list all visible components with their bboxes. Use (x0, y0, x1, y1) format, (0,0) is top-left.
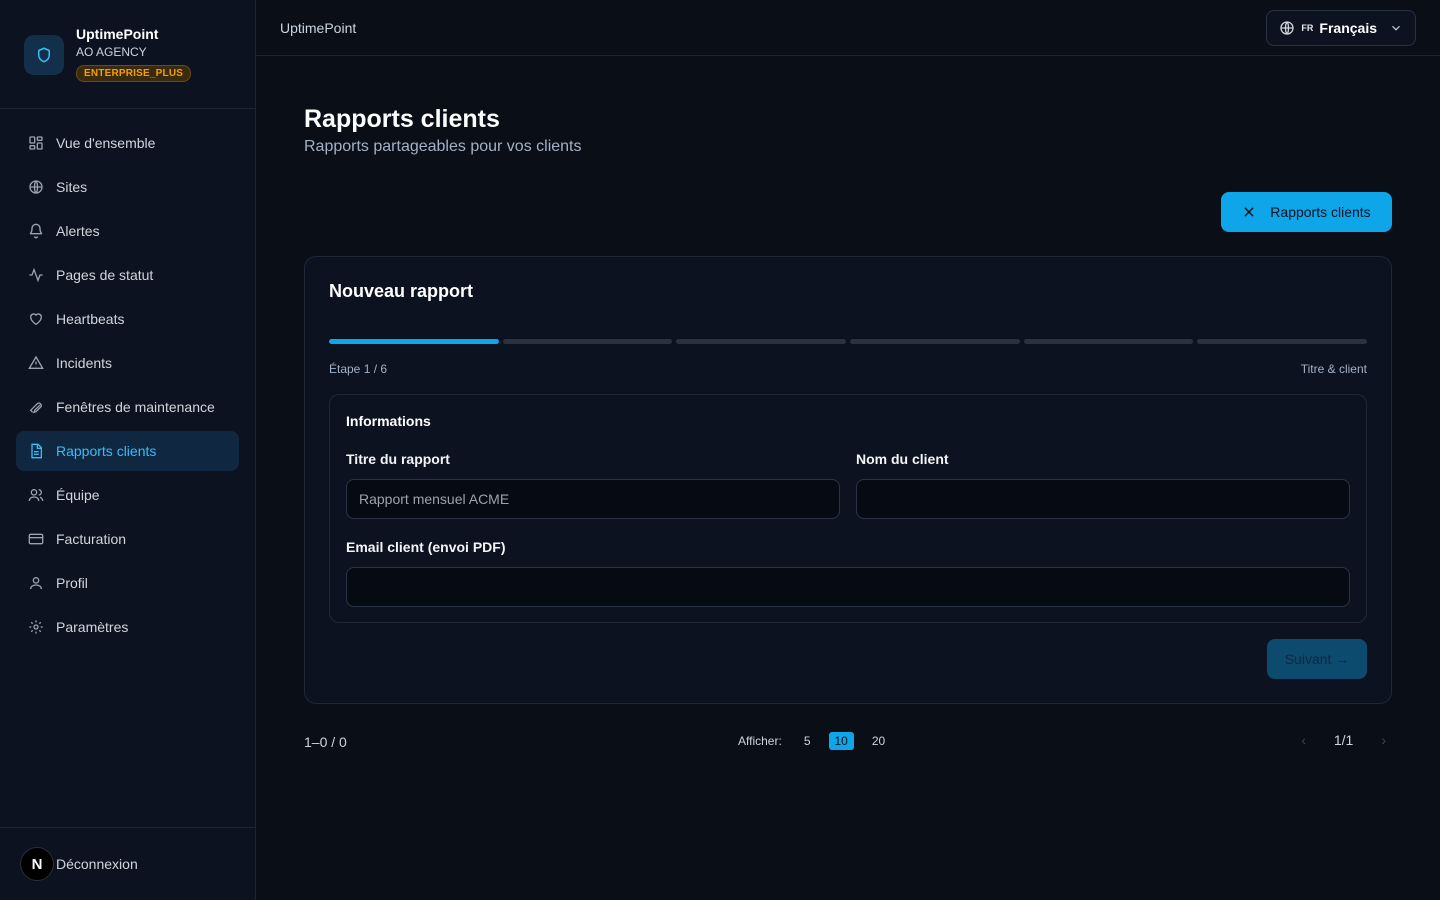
brand-header: UptimePoint AO AGENCY ENTERPRISE_PLUS (0, 0, 255, 109)
sidebar-item-label: Pages de statut (56, 267, 154, 283)
page-size-option-5[interactable]: 5 (798, 732, 817, 750)
step-segment (850, 339, 1020, 344)
sidebar-item-label: Alertes (56, 223, 100, 239)
informations-section: Informations Titre du rapport Nom du cli… (329, 394, 1367, 623)
next-page-button[interactable]: › (1381, 732, 1386, 748)
sidebar-item-label: Fenêtres de maintenance (56, 399, 215, 415)
next-button[interactable]: Suivant → (1267, 639, 1367, 679)
client-email-input[interactable] (346, 567, 1350, 607)
sidebar-item-label: Incidents (56, 355, 113, 371)
sidebar-item-overview[interactable]: Vue d'ensemble (16, 123, 239, 163)
user-icon (30, 577, 42, 590)
sidebar-item-label: Paramètres (56, 619, 129, 635)
step-segment (502, 339, 673, 344)
page-size-label: Afficher: (738, 734, 782, 748)
close-form-button[interactable]: Rapports clients (1221, 192, 1392, 232)
step-segment (1197, 339, 1368, 344)
chevron-down-icon (1392, 25, 1400, 31)
previous-page-button[interactable]: ‹ (1301, 732, 1306, 748)
sidebar-item-label: Profil (56, 575, 88, 591)
page-size-selector: Afficher: 5 10 20 (738, 732, 891, 750)
sidebar-item-billing[interactable]: Facturation (16, 519, 239, 559)
sidebar-item-team[interactable]: Équipe (16, 475, 239, 515)
topbar: UptimePoint FR Français (256, 0, 1440, 56)
sidebar-item-label: Équipe (56, 487, 100, 503)
close-icon (1244, 207, 1254, 217)
sidebar-item-incidents[interactable]: Incidents (16, 343, 239, 383)
avatar: N (20, 847, 54, 881)
brand-name: UptimePoint (76, 26, 159, 42)
activity-icon (29, 267, 43, 283)
sidebar-item-status-pages[interactable]: Pages de statut (16, 255, 239, 295)
document-icon (31, 443, 42, 459)
new-report-card: Nouveau rapport Étape 1 / 6 Titre & clie… (304, 256, 1392, 704)
step-name: Titre & client (1300, 362, 1367, 376)
sidebar-item-heartbeats[interactable]: Heartbeats (16, 299, 239, 339)
page-navigation: ‹ 1/1 › (1301, 732, 1386, 748)
report-title-input[interactable] (346, 479, 840, 519)
page-title: Rapports clients (304, 105, 500, 133)
card-title: Nouveau rapport (329, 281, 474, 301)
shield-logo-icon (24, 35, 64, 75)
language-name: Français (1319, 19, 1377, 36)
sidebar-item-settings[interactable]: Paramètres (16, 607, 239, 647)
warning-icon (28, 355, 44, 369)
client-name-input[interactable] (856, 479, 1350, 519)
language-select[interactable]: FR Français (1266, 9, 1416, 46)
page-size-option-20[interactable]: 20 (866, 732, 891, 750)
sidebar: UptimePoint AO AGENCY ENTERPRISE_PLUS Vu… (0, 0, 256, 900)
bell-icon (29, 223, 43, 239)
sidebar-item-label: Rapports clients (56, 443, 157, 459)
client-email-label: Email client (envoi PDF) (346, 539, 506, 555)
grid-icon (29, 136, 43, 150)
client-name-label: Nom du client (856, 451, 949, 467)
globe-icon (29, 180, 43, 194)
sidebar-item-label: Heartbeats (56, 311, 125, 327)
page-size-option-10[interactable]: 10 (828, 732, 854, 750)
pagination: 1–0 / 0 Afficher: 5 10 20 ‹ 1/1 › (304, 732, 1392, 752)
step-segment (1023, 339, 1194, 344)
close-form-label: Rapports clients (1270, 204, 1371, 220)
report-title-label: Titre du rapport (346, 451, 450, 467)
sidebar-item-client-reports[interactable]: Rapports clients (16, 431, 239, 471)
logout-button[interactable]: N Déconnexion (0, 827, 255, 900)
agency-name: AO AGENCY (76, 45, 147, 59)
credit-card-icon (28, 533, 44, 545)
next-button-label: Suivant → (1284, 651, 1350, 667)
page-subtitle: Rapports partageables pour vos clients (304, 138, 582, 155)
page-indicator: 1/1 (1333, 732, 1354, 748)
step-segment (329, 339, 499, 344)
step-progress (329, 339, 1368, 344)
result-count: 1–0 / 0 (304, 734, 347, 750)
users-icon (28, 489, 44, 502)
language-code: FR (1301, 22, 1314, 33)
sidebar-item-profile[interactable]: Profil (16, 563, 239, 603)
heart-icon (29, 313, 43, 326)
gear-icon (29, 620, 43, 634)
step-segment (676, 339, 847, 344)
sidebar-item-label: Facturation (56, 531, 127, 547)
wrench-icon (29, 402, 42, 414)
logout-label: Déconnexion (56, 856, 138, 872)
step-counter: Étape 1 / 6 (329, 362, 388, 376)
sidebar-item-maintenance[interactable]: Fenêtres de maintenance (16, 387, 239, 427)
sidebar-nav: Vue d'ensemble Sites Alertes Pages de st… (0, 109, 255, 647)
sidebar-item-label: Vue d'ensemble (56, 135, 156, 151)
section-title: Informations (346, 413, 431, 429)
globe-icon (1280, 20, 1295, 35)
sidebar-item-alerts[interactable]: Alertes (16, 211, 239, 251)
sidebar-item-sites[interactable]: Sites (16, 167, 239, 207)
plan-badge: ENTERPRISE_PLUS (76, 65, 192, 82)
sidebar-item-label: Sites (56, 179, 88, 195)
topbar-title: UptimePoint (280, 19, 357, 36)
